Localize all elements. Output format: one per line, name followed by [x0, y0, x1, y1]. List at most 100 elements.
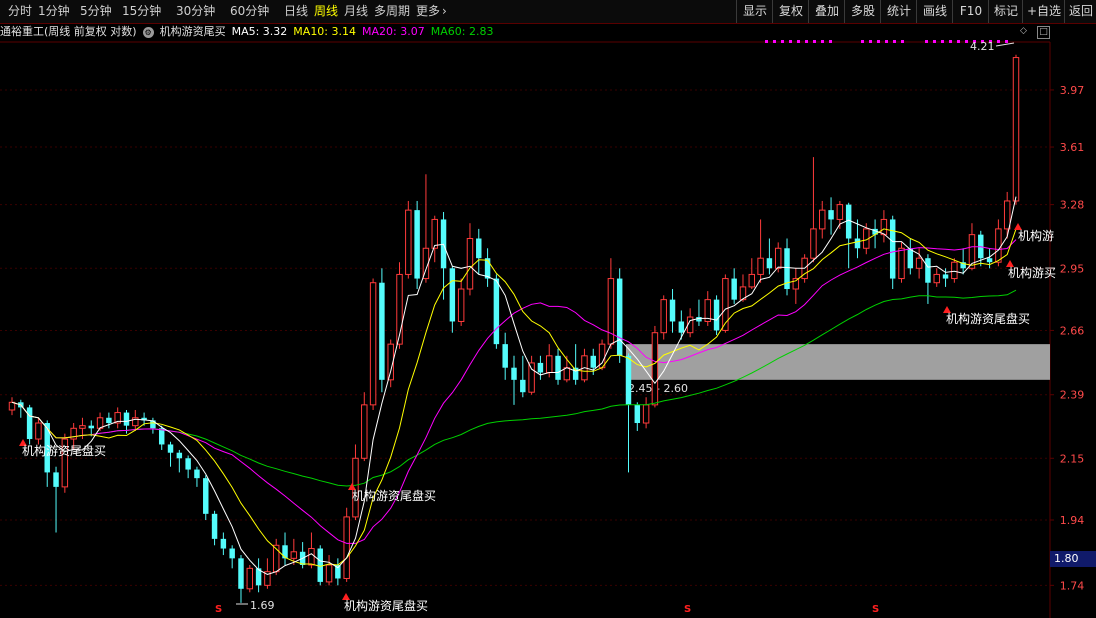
candle-body-85	[757, 257, 764, 275]
candle-body-76	[678, 321, 685, 333]
candle-body-80	[713, 299, 720, 331]
candle-body-94	[836, 204, 844, 220]
current-price-label: 1.80	[1050, 551, 1096, 567]
top-dot	[1005, 40, 1008, 43]
candle-body-0	[8, 401, 16, 411]
top-dot	[805, 40, 808, 43]
candle-body-66	[590, 355, 596, 368]
signal-label-0: 机构游资尾盘买	[22, 443, 106, 458]
y-tick-label-3: 2.95	[1060, 262, 1085, 275]
candle-body-71	[634, 404, 641, 424]
candle-body-72	[642, 404, 650, 424]
s-marker-2: S	[872, 604, 879, 615]
candle-body-52	[466, 238, 474, 290]
top-dot	[797, 40, 800, 43]
high-pointer	[995, 42, 1015, 47]
candle-body-113	[1003, 200, 1011, 230]
candle-body-93	[828, 210, 834, 220]
candle-body-9	[88, 425, 94, 429]
top-dot	[965, 40, 968, 43]
candle-body-62	[555, 355, 561, 380]
top-dot	[893, 40, 896, 43]
top-dot	[885, 40, 888, 43]
candle-body-17	[158, 428, 165, 445]
candle-body-92	[819, 209, 826, 230]
candle-body-13	[123, 412, 130, 426]
candle-body-70	[625, 355, 632, 405]
candle-body-21	[194, 469, 200, 479]
candle-body-8	[79, 425, 86, 429]
candle-body-114	[1012, 57, 1020, 202]
candle-body-75	[669, 299, 676, 322]
candle-body-50	[449, 268, 456, 322]
y-tick-label-0: 3.97	[1060, 84, 1085, 97]
top-dot	[861, 40, 864, 43]
low-label: 1.69	[250, 599, 275, 612]
top-dot	[829, 40, 832, 43]
signal-label-3: 机构游资尾盘买	[946, 311, 1030, 326]
top-dot	[869, 40, 872, 43]
top-dot	[765, 40, 768, 43]
candle-body-89	[792, 278, 800, 290]
candle-body-32	[290, 551, 298, 559]
candle-body-60	[537, 362, 544, 373]
top-dot	[813, 40, 816, 43]
candle-body-3	[35, 422, 42, 440]
top-dot	[781, 40, 784, 43]
y-tick-label-2: 3.28	[1060, 199, 1085, 212]
y-tick-label-1: 3.61	[1060, 141, 1085, 154]
candle-body-112	[995, 228, 1002, 263]
top-dot	[997, 40, 1000, 43]
candle-body-38	[343, 516, 350, 579]
candle-body-5	[53, 472, 59, 487]
candle-body-103	[915, 257, 923, 269]
candle-body-42	[379, 282, 385, 380]
candle-body-45	[405, 209, 412, 275]
candle-body-96	[854, 238, 861, 249]
signal-label-4: 机构游买	[1008, 265, 1056, 280]
candle-body-91	[810, 228, 817, 259]
candle-body-35	[317, 548, 323, 582]
candle-body-34	[308, 548, 315, 566]
signal-label-2: 机构游资尾盘买	[344, 598, 428, 613]
s-marker-1: S	[684, 604, 691, 615]
candle-body-22	[203, 478, 209, 514]
top-dot	[901, 40, 904, 43]
candle-body-48	[431, 218, 438, 249]
top-dot	[773, 40, 776, 43]
signal-label-5: 机构游	[1018, 228, 1054, 243]
candle-body-23	[211, 513, 218, 539]
top-dot	[933, 40, 936, 43]
candle-body-58	[520, 379, 526, 393]
top-dot	[789, 40, 792, 43]
candle-body-19	[176, 452, 183, 459]
signal-label-1: 机构游资尾盘买	[352, 488, 436, 503]
candle-body-54	[484, 258, 491, 279]
top-dot	[957, 40, 960, 43]
candle-body-100	[889, 219, 896, 279]
candle-body-73	[651, 332, 659, 406]
candle-body-16	[150, 420, 156, 429]
price-zone-band	[626, 344, 1050, 380]
y-tick-label-7: 1.94	[1060, 514, 1085, 527]
high-label: 4.21	[970, 40, 995, 53]
candle-body-107	[951, 261, 958, 280]
candle-body-31	[282, 545, 288, 559]
candle-body-56	[502, 344, 508, 368]
candle-body-59	[528, 362, 535, 393]
candle-body-24	[220, 538, 227, 549]
candle-body-51	[457, 288, 465, 322]
top-dot	[877, 40, 880, 43]
candle-body-40	[361, 404, 368, 459]
candle-body-111	[986, 258, 993, 263]
candle-body-63	[563, 367, 571, 381]
candle-body-74	[660, 299, 667, 334]
top-dot	[949, 40, 952, 43]
candle-body-87	[774, 247, 782, 269]
candle-body-105	[933, 273, 940, 284]
top-dot	[925, 40, 928, 43]
candle-body-55	[493, 278, 500, 345]
candle-body-11	[106, 417, 112, 424]
candle-body-36	[325, 564, 333, 583]
candle-body-84	[748, 273, 756, 288]
